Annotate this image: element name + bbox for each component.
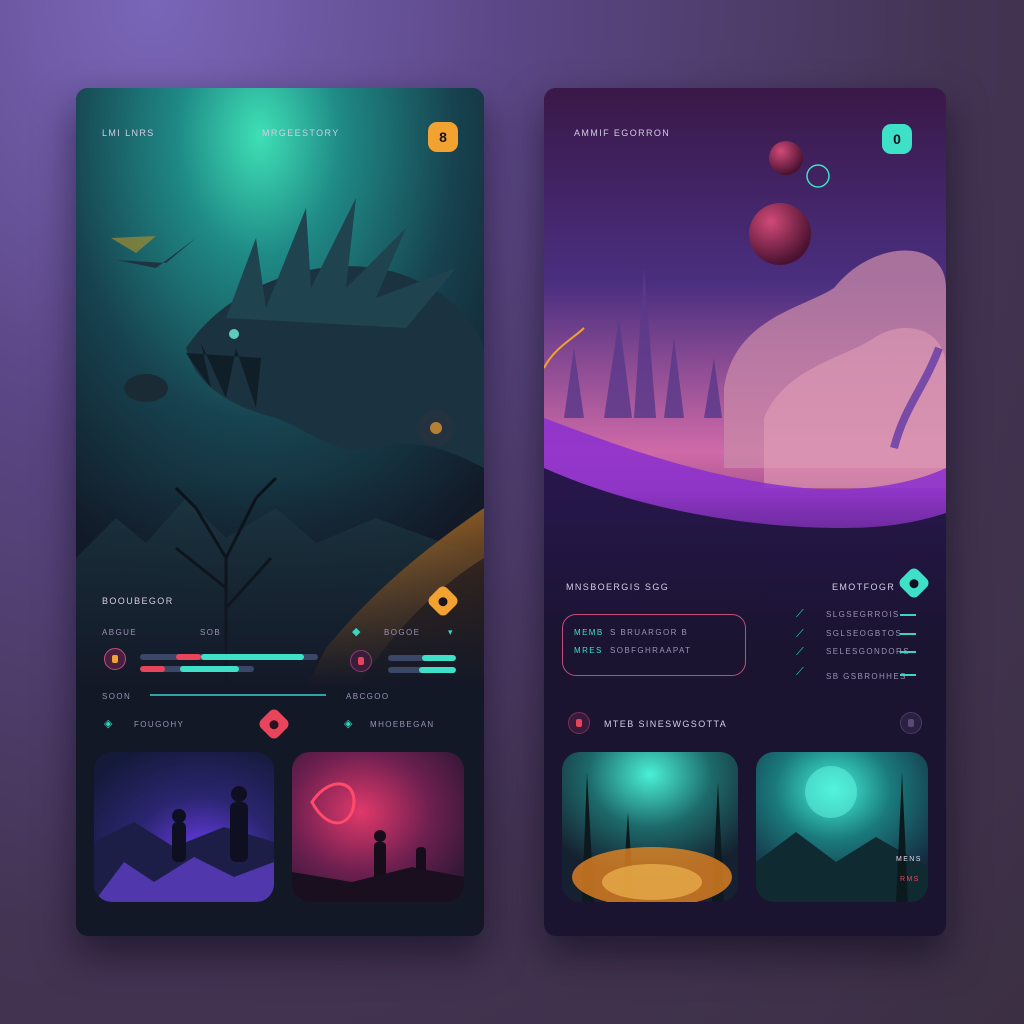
stamina-bar-fill <box>422 655 456 661</box>
crystal-icon: ◈ <box>344 718 353 730</box>
health-bar-fill <box>200 654 304 660</box>
stat-label-c: BOGOE <box>384 628 421 637</box>
list-item-4[interactable]: SB GSBROHHES <box>826 672 907 681</box>
orb-icon[interactable] <box>568 712 590 734</box>
level-badge-button[interactable]: 8 <box>428 122 458 152</box>
thumb-caption-b: RMS <box>900 876 920 883</box>
mana-bar-damage <box>140 666 166 672</box>
shield-icon[interactable] <box>350 650 372 672</box>
row-label-b: ABCGOO <box>346 692 390 701</box>
warriors-thumbnail[interactable] <box>94 752 274 902</box>
sword-icon-4: ⟋ <box>796 666 804 678</box>
right-game-screen: AMMIF EGORRON 0 MNSBOERGIS SGG EMOTFOGR … <box>544 88 946 936</box>
diamond-small-icon: ◆ <box>352 626 361 638</box>
list-item-3[interactable]: SELESGONDORS <box>826 647 910 656</box>
list-line-2 <box>900 633 916 635</box>
gem-icon: ◈ <box>104 718 113 730</box>
portal-cave-thumbnail[interactable]: MENS RMS <box>756 752 928 902</box>
list-item-1[interactable]: SLGSEGRROIS <box>826 610 900 619</box>
mana-bar <box>140 666 254 672</box>
rune-icon[interactable] <box>900 712 922 734</box>
header-left-label: LMI LNRS <box>102 128 155 138</box>
left-game-screen: LMI LNRS MRGEESTORY 8 BOOUBEGOR ABGUE SO… <box>76 88 484 936</box>
panel-row-1-key: MEMB <box>574 628 604 637</box>
magic-battle-thumbnail[interactable] <box>292 752 464 902</box>
item-b-label: MHOEBEGAN <box>370 720 435 729</box>
section-label: BOOUBEGOR <box>102 596 174 606</box>
thumb-caption-a: MENS <box>896 856 922 863</box>
right-badge-value: 0 <box>893 131 901 147</box>
divider-line <box>150 694 326 696</box>
xp-bar <box>388 667 456 673</box>
item-a-label: FOUGOHY <box>134 720 185 729</box>
list-line-1 <box>900 614 916 616</box>
panel-row-2-value: SOBFGHRAAPAT <box>610 646 692 655</box>
stat-label-b: SOB <box>200 628 222 637</box>
right-badge-button[interactable]: 0 <box>882 124 912 154</box>
header-title: MRGEESTORY <box>262 128 340 138</box>
xp-bar-fill <box>418 667 456 673</box>
panel-row-2-key: MRES <box>574 646 603 655</box>
level-badge-value: 8 <box>439 129 447 145</box>
stamina-bar <box>388 655 456 661</box>
stat-label-a: ABGUE <box>102 628 138 637</box>
sword-icon-3: ⟋ <box>796 646 804 658</box>
arrow-small-icon: ▾ <box>448 627 453 637</box>
health-bar <box>140 654 318 660</box>
right-section-title: MNSBOERGIS SGG <box>566 582 670 592</box>
sword-icon-1: ⟋ <box>796 608 804 620</box>
mana-bar-fill <box>179 666 240 672</box>
list-line-4 <box>900 674 916 676</box>
alien-world-artwork <box>544 88 946 648</box>
stats-panel[interactable] <box>562 614 746 676</box>
heart-diamond-icon[interactable] <box>257 707 291 741</box>
row-label-a: SOON <box>102 692 132 701</box>
right-section-right: EMOTFOGR <box>832 582 896 592</box>
health-bar-damage <box>175 654 201 660</box>
right-header-label: AMMIF EGORRON <box>574 128 671 138</box>
footer-label: MTEB SINESWGSOTTA <box>604 719 728 729</box>
list-item-2[interactable]: SGLSEOGBTOS <box>826 629 902 638</box>
list-line-3 <box>900 651 916 653</box>
forest-fire-thumbnail[interactable] <box>562 752 738 902</box>
sword-icon-2: ⟋ <box>796 628 804 640</box>
potion-icon[interactable] <box>104 648 126 670</box>
panel-row-1-value: S BRUARGOR B <box>610 628 689 637</box>
